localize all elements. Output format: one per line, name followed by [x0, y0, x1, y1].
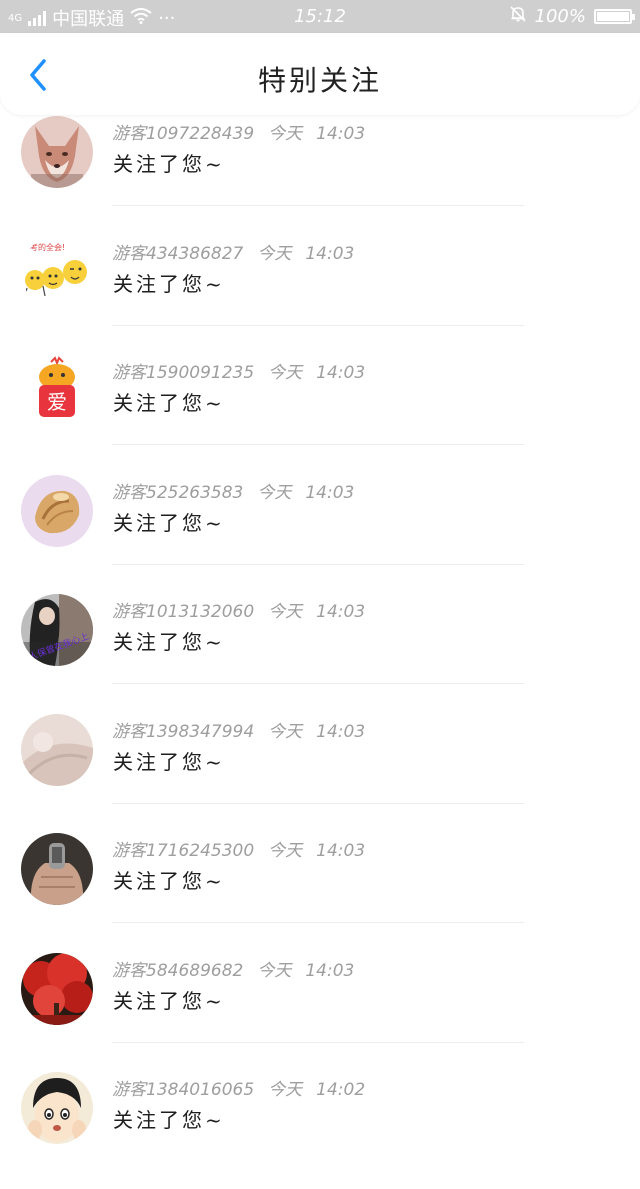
avatar[interactable] [21, 833, 93, 905]
notification-message: 关注了您~ [113, 152, 225, 176]
avatar[interactable] [21, 1072, 93, 1144]
notification-message: 关注了您~ [113, 869, 225, 893]
time-label: 14:03 [316, 721, 366, 742]
shell-avatar-image [21, 474, 93, 547]
header-bar: 特别关注 [0, 33, 640, 115]
love-mascot-avatar-image: 爱 [21, 355, 93, 427]
time-label: 14:03 [316, 841, 366, 861]
soft-pink-avatar-image [21, 713, 93, 786]
list-item[interactable]: 游客1097228439 今天 14:03 关注了您~ [0, 113, 640, 233]
bell-muted-icon [509, 5, 527, 28]
list-item[interactable]: 游客1716245300 今天 14:03 关注了您~ [0, 830, 640, 950]
notification-message: 关注了您~ [113, 630, 225, 654]
notification-message: 关注了您~ [113, 988, 225, 1013]
page-title: 特别关注 [257, 64, 382, 97]
date-label: 今天 [268, 602, 303, 622]
list-item[interactable]: 考的全会! 游客434386827 今天 14:03 关注了您~ [0, 233, 640, 353]
list-item[interactable]: 游客1384016065 今天 14:02 关注了您~ [0, 1069, 640, 1189]
notification-message: 关注了您~ [113, 271, 225, 296]
avatar[interactable]: 考的全会! [21, 235, 93, 308]
time-label: 14:03 [305, 243, 355, 264]
notification-message: 关注了您~ [113, 1108, 225, 1132]
time-label: 14:03 [316, 124, 366, 144]
avatar[interactable]: 人保曾在我心上 [21, 594, 93, 666]
red-tree-avatar-image [21, 952, 93, 1025]
username[interactable]: 游客1398347994 [112, 722, 254, 742]
list-item[interactable]: 爱 游客1590091235 今天 14:03 关注了您~ [0, 352, 640, 472]
username[interactable]: 游客434386827 [112, 244, 243, 264]
divider [112, 205, 524, 206]
avatar-sign-text: 爱 [47, 390, 67, 414]
username[interactable]: 游客1013132060 [112, 602, 254, 622]
time-label: 14:02 [316, 1080, 366, 1100]
list-item[interactable]: 游客584689682 今天 14:03 关注了您~ [0, 950, 640, 1070]
date-label: 今天 [268, 841, 303, 861]
date-label: 今天 [257, 482, 292, 503]
avatar-sticker-text: 考的全会! [30, 242, 65, 252]
time-label: 14:03 [316, 363, 366, 383]
divider [112, 922, 524, 923]
divider [112, 444, 524, 445]
username[interactable]: 游客525263583 [112, 483, 243, 503]
username[interactable]: 游客584689682 [112, 961, 243, 981]
avatar[interactable] [21, 952, 93, 1025]
divider [112, 802, 524, 804]
date-label: 今天 [257, 243, 292, 264]
username[interactable]: 游客1716245300 [112, 841, 254, 861]
hand-ring-avatar-image [21, 833, 93, 905]
time-label: 14:03 [305, 482, 355, 503]
list-item[interactable]: 游客525263583 今天 14:03 关注了您~ [0, 472, 640, 592]
date-label: 今天 [268, 1080, 303, 1100]
girl-photo-avatar-image: 人保曾在我心上 [21, 594, 93, 666]
notification-message: 关注了您~ [113, 510, 225, 535]
avatar[interactable] [21, 116, 93, 188]
status-bar: 4G 中国联通 ··· 15:12 100% [0, 0, 640, 33]
date-label: 今天 [257, 960, 292, 981]
list-item[interactable]: 人保曾在我心上 游客1013132060 今天 14:03 关注了您~ [0, 591, 640, 711]
notification-list: 游客1097228439 今天 14:03 关注了您~ 考的全会! 游客434386… [0, 113, 640, 1189]
divider [112, 324, 524, 326]
notification-message: 关注了您~ [113, 391, 225, 415]
username[interactable]: 游客1097228439 [112, 124, 254, 144]
list-item[interactable]: 游客1398347994 今天 14:03 关注了您~ [0, 711, 640, 831]
divider [112, 683, 524, 684]
emoji-group-avatar-image: 考的全会! [21, 235, 93, 308]
date-label: 今天 [268, 721, 303, 742]
divider [112, 563, 524, 565]
anime-boy-avatar-image [21, 1072, 93, 1144]
battery-icon [594, 9, 635, 24]
time-label: 14:03 [305, 960, 355, 981]
battery-percent: 100% [534, 6, 586, 27]
avatar[interactable] [21, 474, 93, 547]
avatar[interactable]: 爱 [21, 355, 93, 427]
time-label: 14:03 [316, 602, 366, 622]
notification-message: 关注了您~ [113, 749, 225, 774]
date-label: 今天 [268, 124, 303, 144]
username[interactable]: 游客1384016065 [112, 1080, 254, 1100]
date-label: 今天 [268, 363, 303, 383]
fox-avatar-image [21, 116, 93, 188]
divider [112, 1041, 524, 1043]
avatar[interactable] [21, 713, 93, 786]
username[interactable]: 游客1590091235 [112, 363, 254, 383]
